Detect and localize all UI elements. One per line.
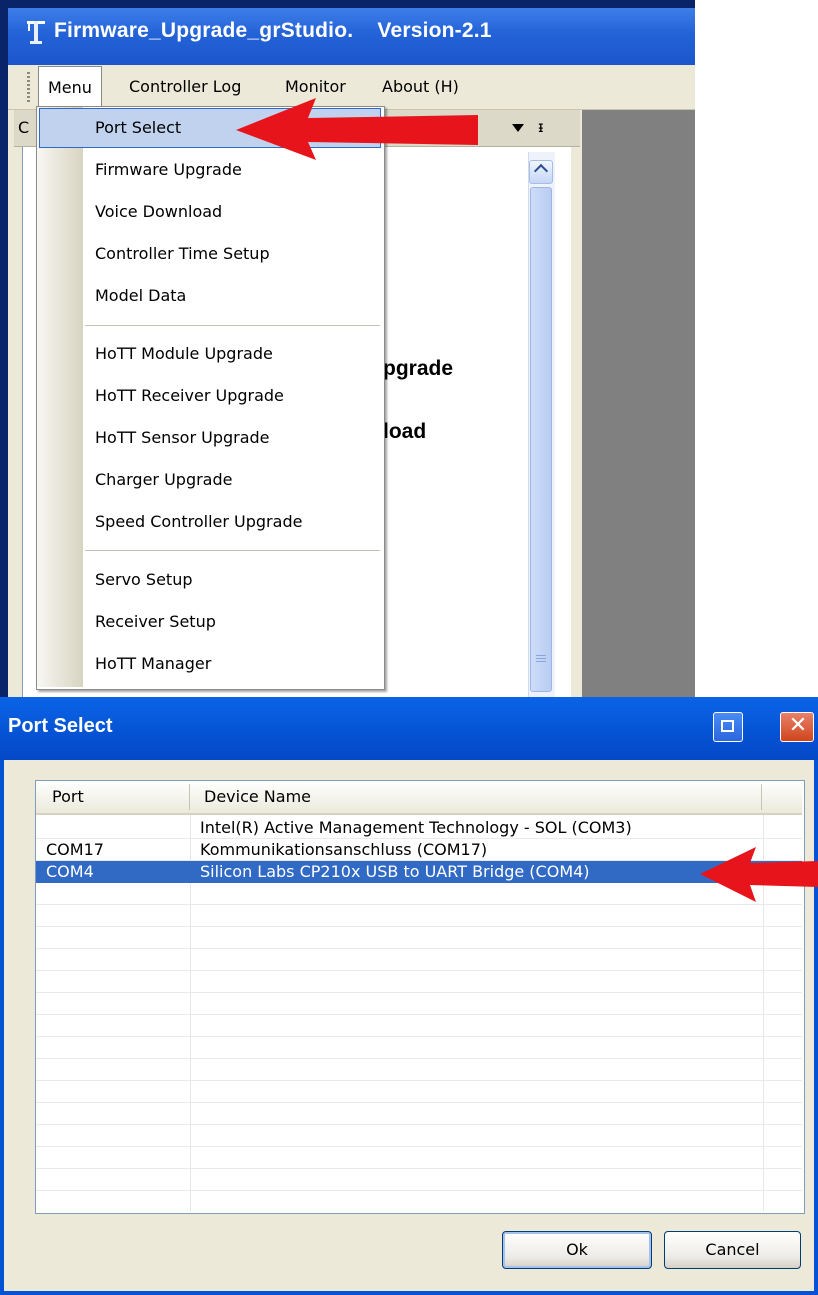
- menu-item-hott-manager[interactable]: HoTT Manager: [83, 644, 383, 684]
- grid-row-line: [36, 970, 802, 971]
- workspace-pane: [582, 110, 695, 697]
- grid-row-line: [36, 1146, 802, 1147]
- menu-gutter: [37, 107, 83, 687]
- table-row[interactable]: COM17 Kommunikationsanschluss (COM17): [36, 839, 802, 861]
- menu-item-controller-time-setup[interactable]: Controller Time Setup: [83, 234, 383, 274]
- menu-item-hott-receiver-upgrade[interactable]: HoTT Receiver Upgrade: [83, 376, 383, 416]
- grid-row-line: [36, 1102, 802, 1103]
- column-header-port[interactable]: Port: [52, 787, 84, 806]
- menu-item-hott-module-upgrade[interactable]: HoTT Module Upgrade: [83, 334, 383, 374]
- triangle-down-icon[interactable]: [512, 124, 524, 132]
- dialog-titlebar: [0, 697, 818, 760]
- grid-row-line: [36, 1168, 802, 1169]
- restore-window-icon: [721, 720, 734, 732]
- menubar-controller-log[interactable]: Controller Log: [120, 66, 250, 108]
- panel-text-download: load: [383, 420, 427, 443]
- dialog-border: [814, 760, 818, 1295]
- grid-row-line: [36, 1124, 802, 1125]
- column-header-device-name[interactable]: Device Name: [204, 787, 311, 806]
- menu-item-charger-upgrade[interactable]: Charger Upgrade: [83, 460, 383, 500]
- menu-item-hott-sensor-upgrade[interactable]: HoTT Sensor Upgrade: [83, 418, 383, 458]
- panel-header-title: C: [18, 118, 30, 137]
- menu-item-model-data[interactable]: Model Data: [83, 276, 383, 316]
- cell-device-name: Kommunikationsanschluss (COM17): [200, 840, 488, 859]
- crane-app-icon: [27, 21, 45, 44]
- close-icon: ✕: [788, 713, 808, 738]
- cell-device-name: Intel(R) Active Management Technology - …: [200, 818, 632, 837]
- menu-item-servo-setup[interactable]: Servo Setup: [83, 560, 383, 600]
- table-row[interactable]: Intel(R) Active Management Technology - …: [36, 817, 802, 839]
- grid-row-line: [36, 1058, 802, 1059]
- grid-row-line: [36, 904, 802, 905]
- red-arrow-annotation: [236, 98, 478, 160]
- grid-row-line: [36, 1190, 802, 1191]
- dialog-border: [0, 1291, 818, 1295]
- cancel-button[interactable]: Cancel: [664, 1231, 801, 1269]
- cell-port: COM4: [46, 862, 94, 881]
- menubar-menu[interactable]: Menu: [38, 66, 102, 109]
- grid-row-line: [36, 948, 802, 949]
- cell-port: COM17: [46, 840, 104, 859]
- scroll-grip-icon: [536, 655, 546, 664]
- grid-row-line: [36, 992, 802, 993]
- column-divider[interactable]: [189, 784, 190, 810]
- ok-button[interactable]: Ok: [502, 1231, 652, 1269]
- grid-row-line: [36, 1080, 802, 1081]
- list-header: [36, 781, 802, 815]
- grid-row-line: [36, 1036, 802, 1037]
- grid-row-line: [36, 1014, 802, 1015]
- menu-item-speed-controller-upgrade[interactable]: Speed Controller Upgrade: [83, 502, 383, 542]
- grid-row-line: [36, 926, 802, 927]
- cell-device-name: Silicon Labs CP210x USB to UART Bridge (…: [200, 862, 590, 881]
- menu-item-receiver-setup[interactable]: Receiver Setup: [83, 602, 383, 642]
- panel-text-upgrade: pgrade: [383, 357, 454, 380]
- menu-separator: [85, 325, 380, 326]
- column-divider[interactable]: [761, 784, 762, 810]
- dialog-title: Port Select: [8, 715, 113, 737]
- table-row-selected[interactable]: COM4 Silicon Labs CP210x USB to UART Bri…: [36, 861, 802, 883]
- scroll-thumb[interactable]: [530, 187, 552, 692]
- menu-item-voice-download[interactable]: Voice Download: [83, 192, 383, 232]
- menu-separator: [85, 550, 380, 551]
- red-arrow-annotation: [700, 847, 818, 902]
- pin-icon[interactable]: ᵻ: [538, 118, 544, 136]
- menubar-grip[interactable]: [27, 72, 30, 102]
- app-title: Firmware_Upgrade_grStudio. Version-2.1: [54, 19, 492, 42]
